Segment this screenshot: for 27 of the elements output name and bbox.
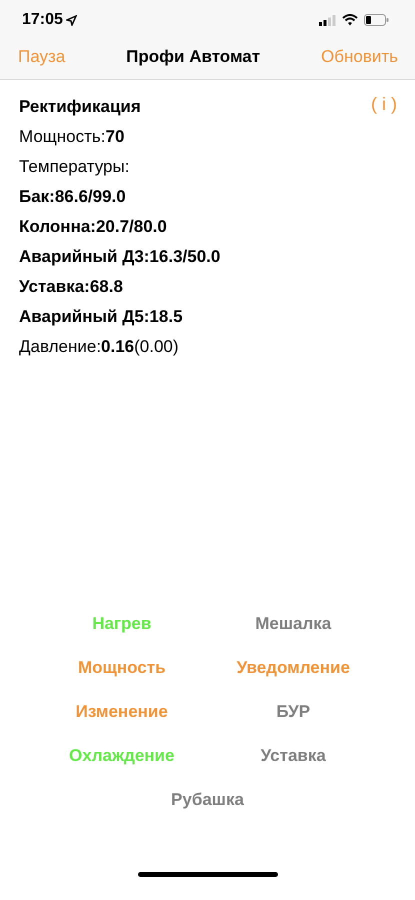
wifi-icon <box>342 14 358 26</box>
action-button[interactable]: Уставка <box>256 734 330 778</box>
info-line: Аварийный Д5:18.5 <box>19 306 183 328</box>
pause-button[interactable]: Пауза <box>18 46 66 66</box>
signal-icon <box>319 14 336 26</box>
info-line: Бак:86.6/99.0 <box>19 186 126 208</box>
action-button[interactable]: Уведомление <box>232 646 354 690</box>
action-button[interactable]: Нагрев <box>88 602 156 646</box>
location-arrow-icon <box>66 14 77 26</box>
action-button[interactable]: Мешалка <box>251 602 336 646</box>
info-line: Мощность:70 <box>19 126 124 148</box>
action-button[interactable]: БУР <box>272 690 314 734</box>
action-button[interactable]: Изменение <box>72 690 172 734</box>
info-line: Уставка:68.8 <box>19 276 123 298</box>
action-button[interactable]: Охлаждение <box>65 734 178 778</box>
info-line: Давление:0.16(0.00) <box>19 336 179 358</box>
refresh-button[interactable]: Обновить <box>321 46 398 66</box>
info-line: Температуры: <box>19 156 130 178</box>
info-button[interactable]: ( i ) <box>371 92 397 116</box>
info-line: Колонна:20.7/80.0 <box>19 216 167 238</box>
status-time: 17:05 <box>22 11 63 29</box>
screen-title: Профи Автомат <box>126 46 260 66</box>
info-line: Аварийный Д3:16.3/50.0 <box>19 246 220 268</box>
action-button[interactable]: Мощность <box>74 646 170 690</box>
info-line: Ректификация <box>19 96 141 118</box>
action-button[interactable]: Рубашка <box>167 778 248 822</box>
battery-icon <box>364 14 389 26</box>
